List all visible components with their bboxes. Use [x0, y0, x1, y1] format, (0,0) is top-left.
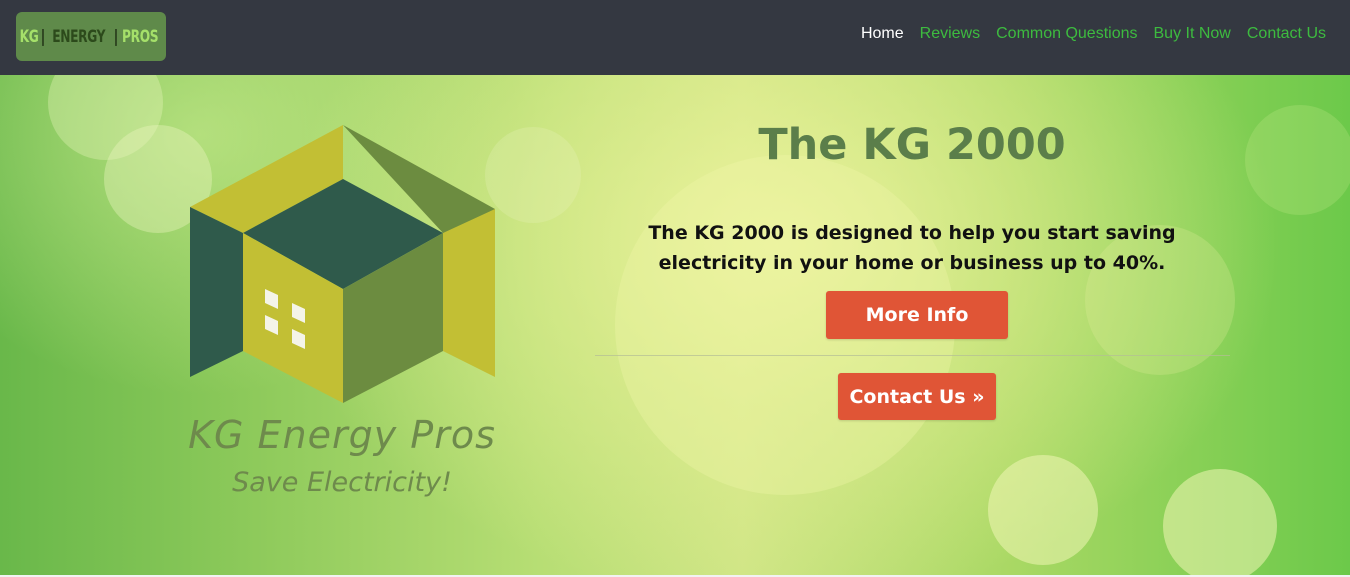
brand-part-kg: KG — [20, 26, 39, 47]
brand-separator-2: | — [113, 26, 118, 47]
brand-part-energy: ENERGY — [52, 26, 106, 47]
house-logo-icon — [190, 125, 495, 403]
brand-separator-1: | — [40, 26, 45, 47]
bokeh-circle — [988, 455, 1098, 565]
more-info-button[interactable]: More Info — [826, 291, 1008, 339]
hero-divider — [595, 355, 1230, 356]
navbar: KG | ENERGY | PROS Home Reviews Common Q… — [0, 0, 1350, 75]
logo-company-name: KG Energy Pros — [188, 413, 496, 457]
hero-description: The KG 2000 is designed to help you star… — [648, 222, 1176, 274]
brand-part-pros: PROS — [122, 26, 159, 47]
nav-item-buy-it-now: Buy It Now — [1154, 25, 1231, 43]
nav-link-common-questions[interactable]: Common Questions — [996, 25, 1137, 42]
bokeh-circle — [485, 127, 581, 223]
nav-link-contact-us[interactable]: Contact Us — [1247, 25, 1326, 42]
logo-tagline: Save Electricity! — [232, 467, 452, 498]
nav-item-common-questions: Common Questions — [996, 25, 1137, 43]
brand-logo[interactable]: KG | ENERGY | PROS — [16, 12, 166, 61]
contact-us-button[interactable]: Contact Us » — [838, 373, 996, 420]
nav-item-reviews: Reviews — [920, 25, 980, 43]
nav-link-buy-it-now[interactable]: Buy It Now — [1154, 25, 1231, 42]
bokeh-circle — [1245, 105, 1350, 215]
hero-section: KG Energy Pros Save Electricity! The KG … — [0, 75, 1350, 575]
bokeh-circle — [1163, 469, 1277, 575]
hero-title: The KG 2000 — [758, 120, 1066, 170]
nav-link-home[interactable]: Home — [861, 25, 904, 42]
main-nav: Home Reviews Common Questions Buy It Now… — [861, 25, 1326, 43]
nav-item-contact-us: Contact Us — [1247, 25, 1326, 43]
nav-item-home: Home — [861, 25, 904, 43]
nav-link-reviews[interactable]: Reviews — [920, 25, 980, 42]
